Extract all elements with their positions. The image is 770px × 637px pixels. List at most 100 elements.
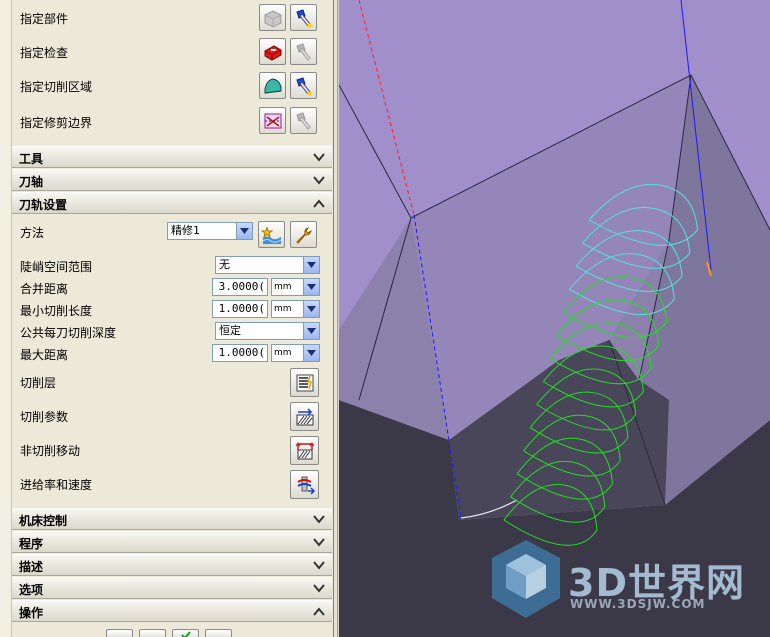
dropdown-arrow-icon[interactable] <box>303 256 320 274</box>
display-part-button[interactable] <box>290 4 317 31</box>
depth-per-cut-row: 公共每刀切削深度 恒定 <box>12 321 332 341</box>
dropdown-arrow-icon[interactable] <box>303 278 320 296</box>
list-button[interactable] <box>205 629 232 637</box>
feeds-speeds-icon <box>296 476 315 495</box>
min-cut-length-input[interactable]: 1.0000( <box>212 300 268 318</box>
cut-area-icon <box>264 77 281 94</box>
section-path-settings[interactable]: 刀轨设置 <box>12 192 332 214</box>
dropdown-arrow-icon[interactable] <box>236 222 253 240</box>
max-distance-row: 最大距离 1.0000( mm <box>12 343 332 363</box>
max-distance-unit-select[interactable]: mm <box>271 344 304 362</box>
min-cut-length-row: 最小切削长度 1.0000( mm <box>12 299 332 319</box>
min-cut-length-unit-select[interactable]: mm <box>271 300 304 318</box>
chevron-down-icon[interactable] <box>310 534 328 551</box>
merge-distance-label: 合并距离 <box>20 282 69 296</box>
merge-distance-unit-select[interactable]: mm <box>271 278 304 296</box>
cut-levels-icon <box>296 374 313 391</box>
flashlight-icon <box>295 8 311 27</box>
min-cut-length-label: 最小切削长度 <box>20 304 93 318</box>
flashlight-disabled-icon <box>295 42 311 61</box>
non-cutting-moves-row: 非切削移动 <box>12 433 332 467</box>
chevron-down-icon[interactable] <box>310 149 328 166</box>
cut-parameters-row: 切削参数 <box>12 399 332 433</box>
specify-check-row: 指定检查 <box>12 34 332 68</box>
generate-button[interactable] <box>106 629 133 637</box>
action-buttons-bar <box>12 622 332 637</box>
select-part-button[interactable] <box>259 4 286 31</box>
section-tool[interactable]: 工具 <box>12 146 332 168</box>
non-cutting-moves-label: 非切削移动 <box>20 444 81 458</box>
method-select[interactable]: 精修1 <box>167 222 237 240</box>
non-cutting-moves-icon <box>295 441 314 459</box>
specify-trim-boundary-row: 指定修剪边界 <box>12 102 332 140</box>
section-tool-title: 工具 <box>19 152 44 166</box>
feeds-speeds-button[interactable] <box>290 470 319 499</box>
panel-splitter[interactable] <box>334 0 338 637</box>
max-distance-input[interactable]: 1.0000( <box>212 344 268 362</box>
steep-range-select[interactable]: 无 <box>215 256 304 274</box>
select-check-button[interactable] <box>259 38 286 65</box>
depth-per-cut-select[interactable]: 恒定 <box>215 322 304 340</box>
method-label: 方法 <box>20 226 45 240</box>
select-trim-boundary-button[interactable] <box>259 107 286 134</box>
specify-check-label: 指定检查 <box>20 46 69 60</box>
verify-button[interactable] <box>172 629 199 637</box>
graphics-viewport[interactable] <box>339 0 770 637</box>
feeds-speeds-label: 进给率和速度 <box>20 478 93 492</box>
steep-range-label: 陡峭空间范围 <box>20 260 93 274</box>
section-program[interactable]: 程序 <box>12 531 332 553</box>
watermark-url: WWW.3DSJW.COM <box>570 597 706 611</box>
flashlight-disabled-icon <box>295 111 311 130</box>
display-trim-boundary-button[interactable] <box>290 107 317 134</box>
non-cutting-moves-button[interactable] <box>290 436 319 465</box>
chevron-down-icon[interactable] <box>310 580 328 597</box>
cut-levels-button[interactable] <box>290 368 319 397</box>
dropdown-arrow-icon[interactable] <box>303 300 320 318</box>
chevron-up-icon[interactable] <box>310 195 328 212</box>
edit-method-button[interactable] <box>290 221 317 248</box>
specify-part-label: 指定部件 <box>20 12 69 26</box>
section-description[interactable]: 描述 <box>12 554 332 576</box>
dialog-left-strip <box>0 0 12 637</box>
section-description-title: 描述 <box>19 560 44 574</box>
trim-boundary-icon <box>264 113 281 128</box>
section-actions[interactable]: 操作 <box>12 600 332 622</box>
chevron-down-icon[interactable] <box>310 511 328 528</box>
max-distance-label: 最大距离 <box>20 348 69 362</box>
depth-per-cut-label: 公共每刀切削深度 <box>20 326 117 340</box>
specify-cut-area-row: 指定切削区域 <box>12 68 332 102</box>
wrench-icon <box>295 226 312 244</box>
steep-range-row: 陡峭空间范围 无 <box>12 255 332 275</box>
check-body-icon <box>264 44 281 61</box>
section-actions-title: 操作 <box>19 606 44 620</box>
cut-parameters-icon <box>296 407 313 425</box>
dropdown-arrow-icon[interactable] <box>303 322 320 340</box>
chevron-up-icon[interactable] <box>310 603 328 620</box>
replay-button[interactable] <box>139 629 166 637</box>
section-axis[interactable]: 刀轴 <box>12 169 332 191</box>
check-icon <box>180 631 191 637</box>
chevron-down-icon[interactable] <box>310 172 328 189</box>
merge-distance-input[interactable]: 3.0000( <box>212 278 268 296</box>
section-options-title: 选项 <box>19 583 44 597</box>
operation-dialog: 指定部件 指定检查 指定切削区域 指定修剪边界 工具 刀轴 刀轨设置 方法 精修… <box>0 0 334 637</box>
display-check-button[interactable] <box>290 38 317 65</box>
section-options[interactable]: 选项 <box>12 577 332 599</box>
create-method-button[interactable] <box>258 221 285 248</box>
specify-cut-area-label: 指定切削区域 <box>20 80 93 94</box>
cut-parameters-button[interactable] <box>290 402 319 431</box>
section-path-settings-title: 刀轨设置 <box>19 198 68 212</box>
cut-levels-label: 切削层 <box>20 376 57 390</box>
section-axis-title: 刀轴 <box>19 175 44 189</box>
dropdown-arrow-icon[interactable] <box>303 344 320 362</box>
section-program-title: 程序 <box>19 537 44 551</box>
flashlight-icon <box>295 76 311 95</box>
chevron-down-icon[interactable] <box>310 557 328 574</box>
select-cut-area-button[interactable] <box>259 72 286 99</box>
new-method-icon <box>260 226 281 244</box>
display-cut-area-button[interactable] <box>290 72 317 99</box>
specify-trim-boundary-label: 指定修剪边界 <box>20 116 93 130</box>
section-machine-control[interactable]: 机床控制 <box>12 508 332 530</box>
merge-distance-row: 合并距离 3.0000( mm <box>12 277 332 297</box>
watermark-logo <box>492 540 560 618</box>
